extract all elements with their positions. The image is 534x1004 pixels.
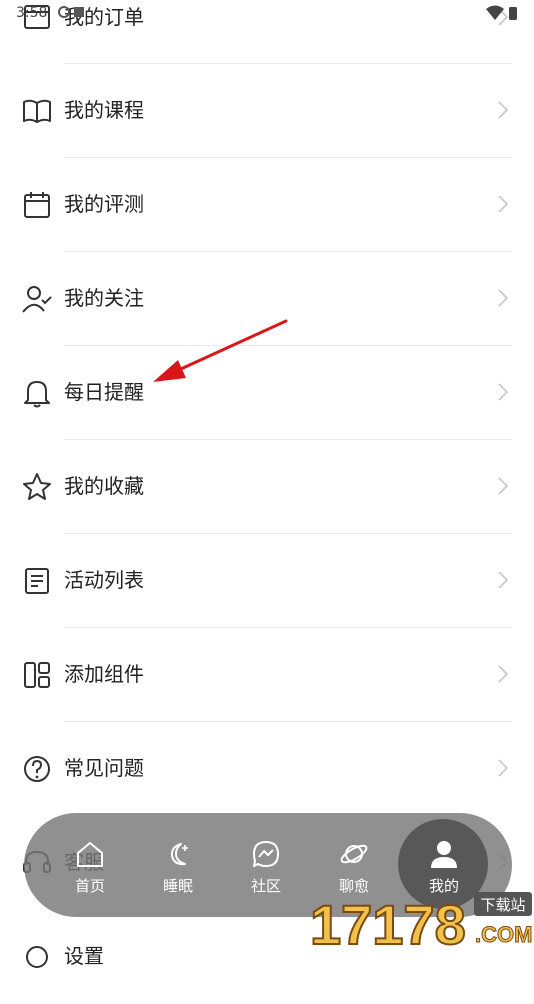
chat-icon <box>253 841 279 867</box>
menu-item-label: 设置 <box>64 944 104 968</box>
menu-item-add-widget[interactable]: 添加组件 <box>0 628 534 722</box>
menu-item-faq[interactable]: 常见问题 <box>0 722 534 816</box>
tab-label: 首页 <box>74 877 105 895</box>
chevron-right-icon <box>498 195 509 213</box>
settings-icon <box>26 946 48 968</box>
chevron-right-icon <box>498 759 509 777</box>
notification-icons <box>58 6 84 18</box>
planet-icon <box>340 844 368 864</box>
menu-item-label: 我的课程 <box>64 98 144 122</box>
home-icon <box>77 842 103 867</box>
watermark-suffix: .COM <box>475 922 532 947</box>
menu-item-following[interactable]: 我的关注 <box>0 252 534 346</box>
chevron-right-icon <box>498 101 509 119</box>
tab-sleep[interactable]: 睡眠 <box>134 813 222 917</box>
status-time: 3:58 <box>16 5 48 21</box>
watermark-logo: 17178 下载站 .COM <box>308 888 534 957</box>
book-icon <box>23 99 51 123</box>
menu-item-label: 我的收藏 <box>64 474 144 498</box>
watermark-tag: 下载站 <box>480 896 525 914</box>
menu-item-label: 常见问题 <box>64 756 144 780</box>
menu-item-label: 我的关注 <box>64 286 144 310</box>
bell-icon <box>24 381 50 408</box>
chevron-right-icon <box>498 571 509 589</box>
tab-community[interactable]: 社区 <box>222 813 310 917</box>
tab-label: 社区 <box>250 877 281 895</box>
document-icon <box>25 568 49 594</box>
menu-item-label: 每日提醒 <box>64 380 144 404</box>
menu-item-label: 我的评测 <box>64 192 144 216</box>
tab-home[interactable]: 首页 <box>46 813 134 917</box>
tab-label: 睡眠 <box>162 877 193 895</box>
watermark-number: 17178 <box>310 893 466 950</box>
menu-item-courses[interactable]: 我的课程 <box>0 64 534 158</box>
wifi-battery-icon <box>486 5 517 20</box>
chevron-right-icon <box>498 477 509 495</box>
widget-icon <box>24 662 50 688</box>
menu-item-assessments[interactable]: 我的评测 <box>0 158 534 252</box>
chevron-right-icon <box>498 665 509 683</box>
star-icon <box>23 473 51 500</box>
chevron-right-icon <box>498 383 509 401</box>
moon-icon <box>170 843 188 866</box>
profile-icon <box>431 841 457 868</box>
calendar-icon <box>24 192 50 218</box>
user-check-icon <box>22 286 52 313</box>
help-icon <box>24 756 50 782</box>
menu-item-label: 活动列表 <box>64 568 144 592</box>
chevron-right-icon <box>498 289 509 307</box>
watermark-graphic: 17178 下载站 .COM <box>309 892 533 957</box>
menu-item-daily-reminder[interactable]: 每日提醒 <box>0 346 534 440</box>
menu-item-favorites[interactable]: 我的收藏 <box>0 440 534 534</box>
menu-item-activities[interactable]: 活动列表 <box>0 534 534 628</box>
status-bar: 3:58 <box>0 0 534 30</box>
menu-item-label: 添加组件 <box>64 662 144 686</box>
